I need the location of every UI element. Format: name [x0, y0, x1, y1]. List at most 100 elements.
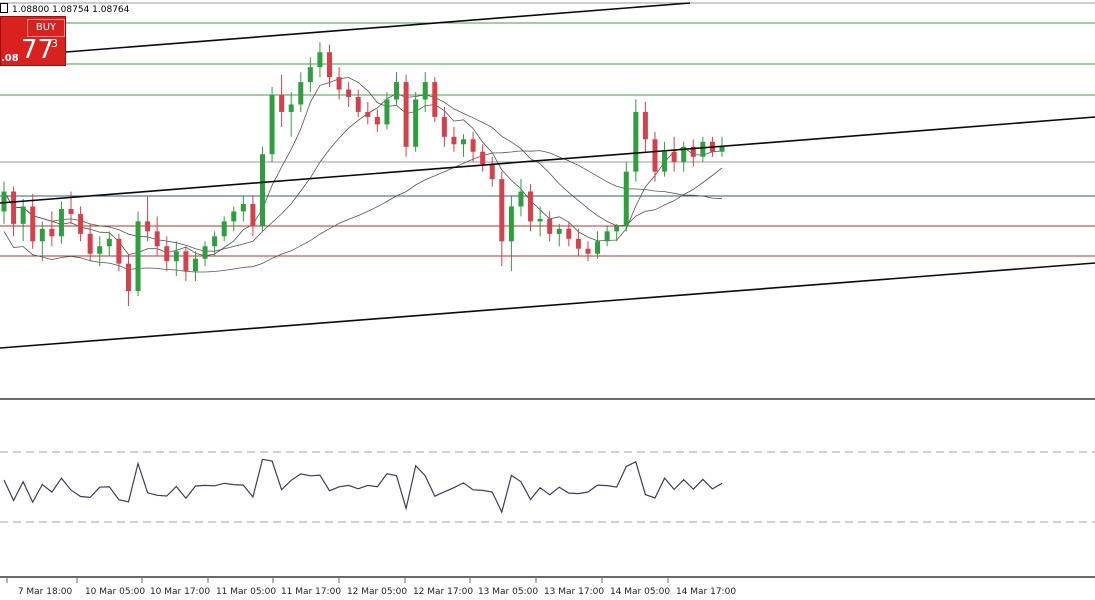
candle-body — [11, 191, 17, 224]
candle-body — [623, 171, 629, 227]
candle-body — [240, 203, 246, 212]
candle-body — [556, 228, 562, 234]
candle-body — [489, 164, 495, 180]
ohlc-readout: 1.08800 1.08754 1.08764 — [0, 3, 129, 15]
candle-body — [30, 206, 36, 242]
candle-body — [575, 238, 581, 249]
time-tick-label: 13 Mar 17:00 — [544, 587, 604, 597]
candle-body — [97, 246, 103, 254]
candle-body — [355, 97, 361, 112]
candle-body — [250, 203, 256, 227]
candle-body — [279, 94, 285, 112]
candle-body — [317, 52, 323, 68]
candle-body — [336, 77, 342, 90]
candle-body — [451, 136, 457, 145]
candle-body — [642, 111, 648, 140]
time-tick-label: 11 Mar 05:00 — [216, 587, 276, 597]
time-tick-label: 10 Mar 17:00 — [150, 587, 210, 597]
oscillator-panel — [0, 451, 1095, 523]
candle-body — [49, 228, 55, 237]
buy-price-fraction: 3 — [51, 37, 58, 50]
candle-body — [480, 151, 486, 165]
candle-body — [422, 82, 428, 100]
candle-body — [508, 206, 514, 242]
time-tick-label: 7 Mar 18:00 — [18, 587, 73, 597]
trendlines — [0, 2, 1095, 349]
candle-body — [662, 151, 668, 172]
moving-average-line-2 — [3, 150, 723, 273]
candle-body — [633, 111, 639, 172]
candle-body — [326, 52, 332, 78]
candle-body — [614, 226, 620, 232]
candle-body — [384, 99, 390, 125]
candle-body — [183, 251, 189, 272]
candle-body — [528, 191, 534, 222]
candle-body — [499, 179, 505, 242]
buy-price-prefix: .08 — [1, 53, 19, 64]
candle-body — [106, 238, 112, 247]
candle-body — [173, 251, 179, 262]
candle-body — [547, 218, 553, 234]
candle-body — [39, 228, 45, 242]
candle-body — [432, 82, 438, 117]
trendline-1 — [0, 116, 1095, 204]
candle-body — [537, 218, 543, 222]
candle-body — [719, 146, 725, 152]
candle-body — [652, 139, 658, 172]
candle-body — [470, 139, 476, 152]
candle-body — [231, 211, 237, 222]
candle-body — [212, 236, 218, 247]
candle-body — [518, 191, 524, 207]
candle-body — [365, 111, 371, 117]
time-tick-label: 13 Mar 05:00 — [478, 587, 538, 597]
candle-body — [374, 116, 380, 125]
candle-body — [135, 221, 141, 292]
candle-body — [441, 116, 447, 137]
trendline-0 — [65, 2, 691, 53]
time-tick-label: 14 Mar 05:00 — [610, 587, 670, 597]
time-tick-label: 14 Mar 17:00 — [676, 587, 736, 597]
buy-panel[interactable]: BUY .08 77 3 — [0, 16, 66, 66]
buy-price-main: 77 — [21, 35, 55, 65]
candle-body — [461, 139, 467, 145]
candle-body — [346, 89, 352, 98]
candle-body — [58, 208, 64, 237]
price-chart[interactable]: 7 Mar 18:00 10 Mar 05:00 10 Mar 17:00 11 Ma… — [0, 0, 1095, 600]
candle-body — [604, 231, 610, 242]
time-tick-label: 10 Mar 05:00 — [85, 587, 145, 597]
candle-body — [145, 221, 151, 232]
candle-body — [192, 258, 198, 272]
oscillator-line — [3, 458, 723, 514]
candle-body — [78, 213, 84, 234]
candle-body — [394, 82, 400, 100]
candle-body — [87, 233, 93, 254]
candle-body — [1, 191, 7, 212]
candle-body — [154, 231, 160, 247]
candle-body — [585, 248, 591, 254]
candle-body — [700, 141, 706, 157]
candle-body — [403, 82, 409, 147]
candle-body — [269, 94, 275, 155]
candle-body — [307, 67, 313, 83]
time-axis: 7 Mar 18:00 10 Mar 05:00 10 Mar 17:00 11 Ma… — [6, 578, 736, 597]
candle-body — [298, 82, 304, 105]
candle-body — [671, 151, 677, 162]
time-tick-label: 12 Mar 05:00 — [347, 587, 407, 597]
candle-body — [125, 263, 131, 292]
candle-body — [68, 208, 74, 214]
candle-body — [259, 154, 265, 227]
candle-body — [116, 238, 122, 264]
candle-body — [221, 221, 227, 237]
time-tick-label: 12 Mar 17:00 — [413, 587, 473, 597]
time-tick-label: 11 Mar 17:00 — [281, 587, 341, 597]
ohlc-values: 1.08800 1.08754 1.08764 — [12, 5, 130, 15]
candle-body — [288, 104, 294, 112]
chart-menu-icon[interactable] — [0, 3, 8, 13]
candle-body — [20, 206, 26, 224]
candle-body — [595, 241, 601, 254]
candle-body — [164, 246, 170, 262]
trendline-2 — [0, 262, 1095, 349]
candle-body — [202, 246, 208, 259]
candle-body — [566, 228, 572, 239]
candle-body — [413, 99, 419, 147]
